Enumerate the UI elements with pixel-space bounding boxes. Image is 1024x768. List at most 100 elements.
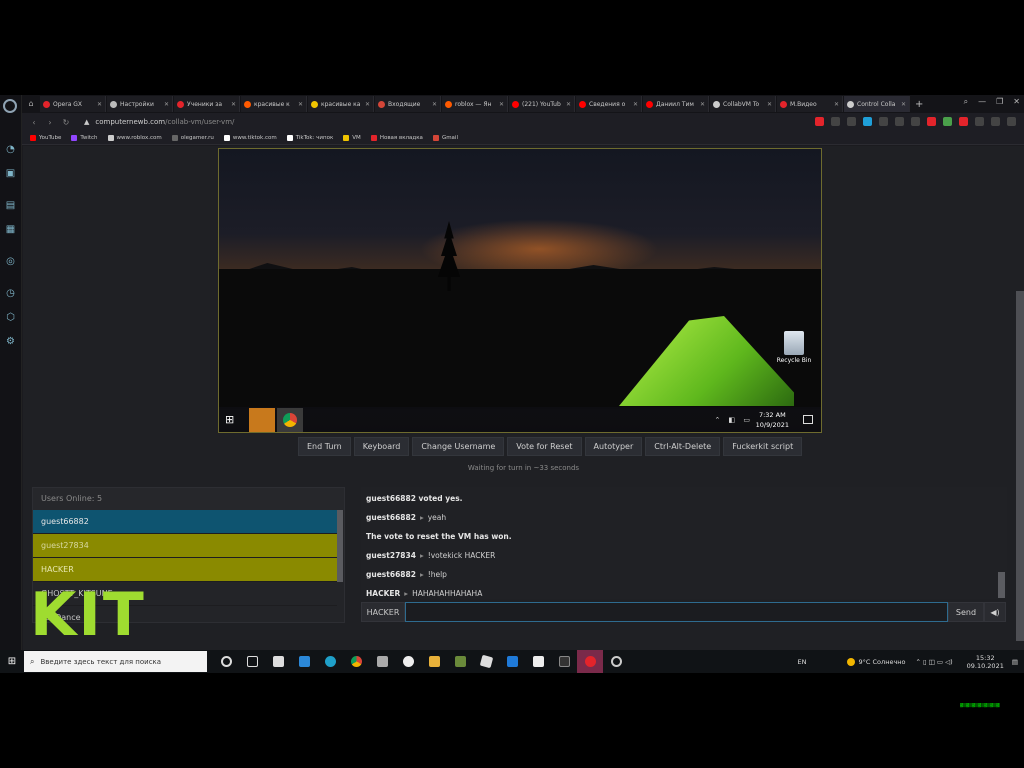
vm-notification-icon[interactable] bbox=[803, 415, 813, 424]
browser-tab[interactable]: CollabVM To ✕ bbox=[710, 96, 776, 112]
tab-close-icon[interactable]: ✕ bbox=[633, 101, 638, 108]
chat-username[interactable]: HACKER bbox=[366, 589, 400, 598]
chat-input[interactable] bbox=[405, 602, 948, 622]
recycle-bin-shortcut[interactable]: Recycle Bin bbox=[772, 331, 816, 364]
user-row[interactable]: guest27834 bbox=[33, 534, 337, 558]
extensions-icon[interactable]: ⬡ bbox=[4, 311, 17, 324]
bookmark-item[interactable]: Gmail bbox=[432, 134, 458, 141]
keyboard-button[interactable]: Keyboard bbox=[353, 437, 410, 456]
browser-tab[interactable]: Сведения о ✕ bbox=[576, 96, 642, 112]
windows-start-icon[interactable]: ⊞ bbox=[0, 650, 24, 673]
twitch-icon[interactable]: ▣ bbox=[4, 167, 17, 180]
chat-username[interactable]: guest66882 bbox=[366, 570, 416, 579]
not-secure-icon[interactable]: ▲ bbox=[84, 118, 89, 126]
notepad-icon[interactable] bbox=[525, 650, 551, 673]
settings-icon[interactable]: ⚙ bbox=[4, 335, 17, 348]
vm-tray-icons[interactable]: ⌃ ◧ ▭ bbox=[714, 416, 753, 424]
home-tab-icon[interactable]: ⌂ bbox=[22, 96, 40, 112]
history-icon[interactable]: ◷ bbox=[4, 287, 17, 300]
browser-tab[interactable]: Даниил Тим ✕ bbox=[643, 96, 709, 112]
page-scrollbar[interactable] bbox=[1016, 291, 1024, 641]
tab-close-icon[interactable]: ✕ bbox=[97, 101, 102, 108]
search-tabs-icon[interactable]: ⌕ bbox=[964, 97, 968, 107]
share-icon[interactable] bbox=[847, 117, 856, 126]
tab-close-icon[interactable]: ✕ bbox=[164, 101, 169, 108]
messenger-icon[interactable]: ▤ bbox=[4, 199, 17, 212]
mail-icon[interactable] bbox=[291, 650, 317, 673]
instagram-icon[interactable]: ▦ bbox=[4, 223, 17, 236]
chat-username[interactable]: guest66882 bbox=[366, 513, 416, 522]
vpn-icon[interactable] bbox=[863, 117, 872, 126]
play-icon[interactable] bbox=[879, 117, 888, 126]
maximize-icon[interactable]: ❐ bbox=[996, 97, 1003, 107]
chat-username[interactable]: guest66882 voted yes. bbox=[366, 494, 463, 503]
folder-icon[interactable] bbox=[421, 650, 447, 673]
extension-icon[interactable] bbox=[815, 117, 824, 126]
minecraft-icon[interactable] bbox=[447, 650, 473, 673]
end-turn-button[interactable]: End Turn bbox=[298, 437, 351, 456]
extension-icon[interactable] bbox=[959, 117, 968, 126]
chat-username[interactable]: guest27834 bbox=[366, 551, 416, 560]
vm-clock[interactable]: 7:32 AM 10/9/2021 bbox=[756, 410, 789, 430]
browser-tab[interactable]: roblox — Ян ✕ bbox=[442, 96, 508, 112]
bookmark-item[interactable]: Новая вкладка bbox=[370, 134, 423, 141]
extension-icon[interactable] bbox=[927, 117, 936, 126]
bookmark-item[interactable]: olegamer.ru bbox=[171, 134, 214, 141]
new-tab-button[interactable]: + bbox=[915, 99, 923, 110]
script-button[interactable]: Fuckerkit script bbox=[723, 437, 803, 456]
browser-tab[interactable]: Настройки ✕ bbox=[107, 96, 173, 112]
easy-setup-icon[interactable] bbox=[1007, 117, 1016, 126]
browser-tab[interactable]: Control Colla ✕ bbox=[844, 96, 910, 112]
bookmark-item[interactable]: YouTube bbox=[30, 134, 61, 141]
bookmark-item[interactable]: www.tiktok.com bbox=[223, 134, 277, 141]
cortana-icon[interactable] bbox=[213, 650, 239, 673]
user-row[interactable]: guest66882 bbox=[33, 510, 337, 534]
tab-close-icon[interactable]: ✕ bbox=[767, 101, 772, 108]
chat-username[interactable]: The vote to reset the VM has won. bbox=[366, 532, 512, 541]
yandex-icon[interactable] bbox=[395, 650, 421, 673]
bookmark-item[interactable]: Twitch bbox=[71, 134, 98, 141]
send-button[interactable]: Send bbox=[948, 602, 984, 622]
change-username-button[interactable]: Change Username bbox=[412, 437, 505, 456]
close-icon[interactable]: ✕ bbox=[1013, 97, 1020, 107]
autotyper-button[interactable]: Autotyper bbox=[584, 437, 643, 456]
bookmark-item[interactable]: www.roblox.com bbox=[107, 134, 162, 141]
tab-close-icon[interactable]: ✕ bbox=[901, 101, 906, 108]
vm-screen[interactable]: Recycle Bin ⊞ ⌃ ◧ ▭ 7:32 AM 10/9/2021 bbox=[218, 148, 822, 433]
app-icon[interactable] bbox=[603, 650, 629, 673]
taskbar-search[interactable]: ⌕ Введите здесь текст для поиска bbox=[24, 651, 207, 672]
opera-logo-icon[interactable] bbox=[3, 99, 17, 113]
language-indicator[interactable]: EN bbox=[798, 658, 807, 666]
chrome-icon[interactable] bbox=[277, 408, 303, 432]
store-icon[interactable] bbox=[265, 650, 291, 673]
minimize-icon[interactable]: — bbox=[978, 97, 986, 107]
browser-tab[interactable]: красивые к ✕ bbox=[241, 96, 307, 112]
forward-icon[interactable]: › bbox=[42, 118, 58, 127]
camera-icon[interactable] bbox=[831, 117, 840, 126]
taskbar-clock[interactable]: 15:32 09.10.2021 bbox=[967, 654, 1004, 670]
tab-close-icon[interactable]: ✕ bbox=[499, 101, 504, 108]
tab-close-icon[interactable]: ✕ bbox=[432, 101, 437, 108]
menu-icon[interactable] bbox=[975, 117, 984, 126]
tab-close-icon[interactable]: ✕ bbox=[834, 101, 839, 108]
heart-icon[interactable] bbox=[895, 117, 904, 126]
ctrl-alt-del-button[interactable]: Ctrl-Alt-Delete bbox=[645, 437, 721, 456]
browser-tab[interactable]: Opera GX ✕ bbox=[40, 96, 106, 112]
extension-icon[interactable] bbox=[943, 117, 952, 126]
browser-tab[interactable]: Входящие ✕ bbox=[375, 96, 441, 112]
roblox-icon[interactable] bbox=[473, 650, 499, 673]
user-row[interactable]: HACKER bbox=[33, 558, 337, 582]
bookmark-item[interactable]: TikTok: чипок bbox=[286, 134, 333, 141]
chat-scrollbar[interactable] bbox=[998, 572, 1005, 598]
download-icon[interactable] bbox=[991, 117, 1000, 126]
audio-icon[interactable]: ◀) bbox=[984, 602, 1006, 622]
browser-tab[interactable]: Ученики за ✕ bbox=[174, 96, 240, 112]
browser-tab[interactable]: (221) YouTub ✕ bbox=[509, 96, 575, 112]
tab-close-icon[interactable]: ✕ bbox=[231, 101, 236, 108]
reload-icon[interactable]: ↻ bbox=[58, 118, 74, 127]
back-icon[interactable]: ‹ bbox=[26, 118, 42, 127]
url-field[interactable]: ▲ computernewb.com/collab-vm/user-vm/ bbox=[84, 118, 234, 126]
chrome-icon[interactable] bbox=[343, 650, 369, 673]
app-icon[interactable] bbox=[499, 650, 525, 673]
tab-close-icon[interactable]: ✕ bbox=[566, 101, 571, 108]
